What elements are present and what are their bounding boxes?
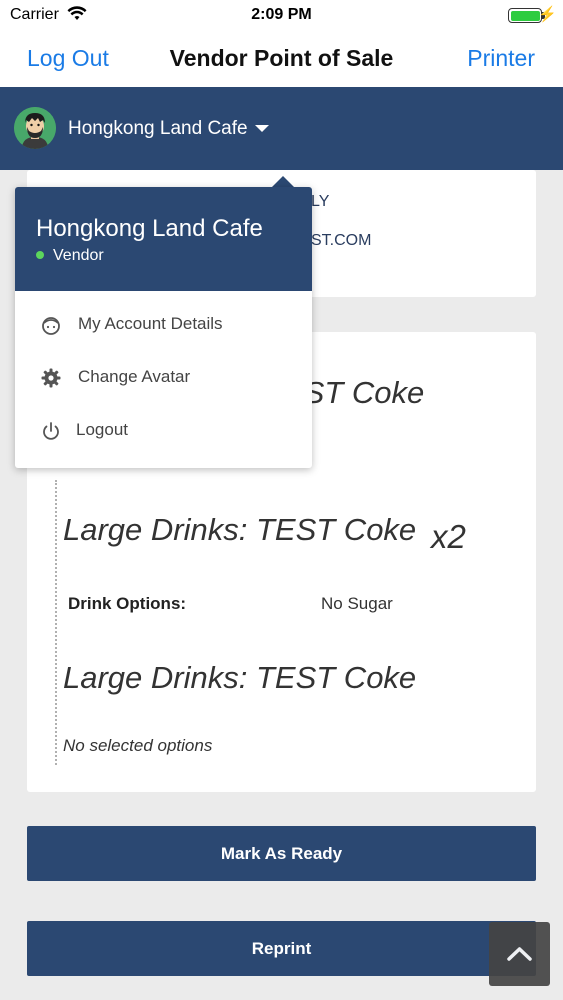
- caret-down-icon[interactable]: [255, 125, 269, 132]
- nav-bar: Log Out Vendor Point of Sale Printer: [0, 30, 563, 87]
- avatar-face-icon: [14, 107, 56, 149]
- scroll-to-top-button[interactable]: [489, 922, 550, 986]
- status-bar: Carrier 2:09 PM ⚡: [0, 0, 563, 30]
- charging-icon: ⚡: [538, 6, 557, 23]
- vendor-info-line: LY: [311, 193, 330, 210]
- vendor-header: Hongkong Land Cafe: [0, 87, 563, 170]
- menu-item-label: My Account Details: [78, 314, 223, 333]
- clock: 2:09 PM: [251, 6, 312, 23]
- power-icon: [40, 420, 62, 442]
- order-divider: [55, 480, 57, 765]
- avatar[interactable]: [14, 107, 56, 149]
- face-icon: [40, 314, 62, 336]
- menu-item-label: Change Avatar: [78, 367, 191, 386]
- option-label: Drink Options:: [68, 594, 187, 613]
- dropdown-role: Vendor: [53, 247, 104, 264]
- gear-icon: [40, 367, 62, 389]
- vendor-menu-toggle[interactable]: Hongkong Land Cafe: [68, 118, 248, 140]
- menu-item-change-avatar[interactable]: Change Avatar: [15, 353, 312, 403]
- reprint-button[interactable]: Reprint: [27, 921, 536, 976]
- dropdown-header: Hongkong Land Cafe Vendor: [15, 187, 312, 291]
- chevron-up-icon: [507, 947, 532, 961]
- battery-icon: [508, 8, 542, 23]
- menu-item-logout[interactable]: Logout: [15, 406, 312, 456]
- order-item-quantity: x2: [431, 518, 466, 555]
- dropdown-vendor-name: Hongkong Land Cafe: [36, 215, 263, 242]
- order-item-title: Large Drinks: TEST Coke: [63, 660, 417, 695]
- order-item-title: Large Drinks: TEST Coke: [63, 512, 417, 547]
- no-options-note: No selected options: [63, 736, 213, 755]
- menu-item-label: Logout: [76, 420, 128, 439]
- menu-item-account-details[interactable]: My Account Details: [15, 300, 312, 350]
- dropdown-pointer: [272, 176, 294, 187]
- vendor-email: ST.COM: [311, 232, 372, 249]
- online-status-dot: [36, 251, 44, 259]
- option-value: No Sugar: [321, 594, 393, 613]
- screen: Carrier 2:09 PM ⚡ Log Out Vendor Point o…: [0, 0, 563, 1000]
- account-dropdown: Hongkong Land Cafe Vendor My Account Det…: [15, 187, 312, 468]
- mark-as-ready-button[interactable]: Mark As Ready: [27, 826, 536, 881]
- printer-nav-button[interactable]: Printer: [467, 45, 535, 72]
